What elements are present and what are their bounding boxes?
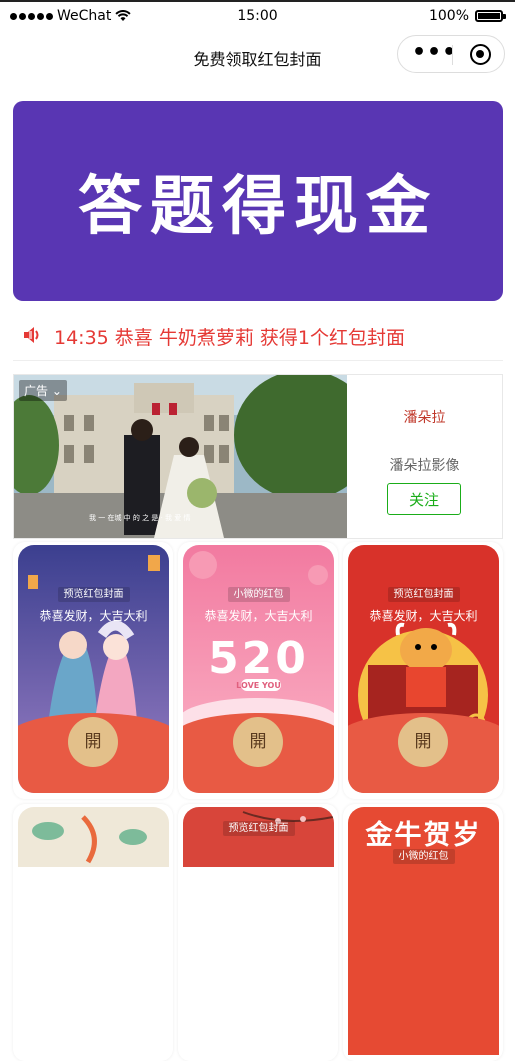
art-love-you: LOVE YOU bbox=[236, 681, 281, 690]
close-miniprogram-icon[interactable] bbox=[470, 44, 491, 65]
cover-preview: 预览红包封面 恭喜发财，大吉大利 開 bbox=[18, 545, 169, 793]
promo-banner[interactable]: 答题得现金 bbox=[13, 101, 503, 301]
cover-card[interactable]: 预览红包封面 bbox=[178, 804, 338, 1061]
art-520: 520 bbox=[208, 633, 309, 684]
cover-source: 预览红包封面 bbox=[348, 585, 499, 602]
cover-card[interactable]: 小微的红包 恭喜发财，大吉大利 520 LOVE YOU 開 bbox=[178, 542, 338, 799]
cover-source: 小微的红包 bbox=[183, 585, 334, 602]
open-button[interactable]: 開 bbox=[68, 717, 118, 767]
cover-preview bbox=[18, 807, 169, 1055]
brand-logo: 潘朵拉 bbox=[403, 410, 446, 426]
ad-tag[interactable]: 广告 ⌄ bbox=[19, 380, 67, 401]
koi-art bbox=[18, 807, 169, 867]
winner-notice: 14:35 恭喜 牛奶煮萝莉 获得1个红包封面 bbox=[0, 316, 515, 356]
cover-source: 预览红包封面 bbox=[18, 585, 169, 602]
ad-sidebar: 潘朵拉 潘朵拉影像 关注 bbox=[347, 375, 502, 538]
battery-icon bbox=[475, 10, 506, 22]
cover-source: 小微的红包 bbox=[348, 847, 499, 864]
open-button[interactable]: 開 bbox=[398, 717, 448, 767]
cover-blessing: 恭喜发财，大吉大利 bbox=[39, 609, 148, 623]
cover-preview: 预览红包封面 恭喜发财，大吉大利 開 bbox=[348, 545, 499, 793]
banner-text: 答题得现金 bbox=[78, 170, 438, 244]
cover-card[interactable] bbox=[13, 804, 173, 1061]
ad-card[interactable]: 我 一 在城 中 的 之 是 · 我 爱 情 广告 ⌄ 潘朵拉 潘朵拉影像 关注 bbox=[13, 374, 503, 539]
status-bar: WeChat 15:00 100% bbox=[0, 0, 515, 34]
ad-tag-label: 广告 bbox=[24, 384, 49, 398]
cover-preview: 金牛贺岁 小微的红包 bbox=[348, 807, 499, 1055]
plum-blossom-art bbox=[183, 807, 334, 867]
cover-blessing: 恭喜发财，大吉大利 bbox=[369, 609, 478, 623]
divider bbox=[13, 360, 503, 361]
cover-preview: 小微的红包 恭喜发财，大吉大利 520 LOVE YOU 開 bbox=[183, 545, 334, 793]
brand-name: 潘朵拉影像 bbox=[389, 458, 460, 474]
photo-caption: 我 一 在城 中 的 之 是 · 我 爱 情 bbox=[89, 513, 190, 522]
miniprogram-capsule: ••• bbox=[397, 35, 505, 73]
follow-button[interactable]: 关注 bbox=[387, 483, 461, 515]
more-icon[interactable]: ••• bbox=[412, 42, 457, 64]
cover-card[interactable]: 预览红包封面 恭喜发财，大吉大利 開 bbox=[13, 542, 173, 799]
ad-photo[interactable]: 我 一 在城 中 的 之 是 · 我 爱 情 广告 ⌄ bbox=[14, 375, 347, 538]
nav-bar: 免费领取红包封面 ••• bbox=[0, 34, 515, 80]
speaker-icon bbox=[24, 327, 39, 343]
notice-text: 14:35 恭喜 牛奶煮萝莉 获得1个红包封面 bbox=[54, 327, 405, 349]
cover-preview: 预览红包封面 bbox=[183, 807, 334, 1055]
capsule-divider bbox=[452, 45, 453, 65]
cover-blessing: 恭喜发财，大吉大利 bbox=[204, 609, 313, 623]
battery-percent: 100% bbox=[428, 8, 469, 24]
cover-card[interactable]: 预览红包封面 恭喜发财，大吉大利 開 bbox=[343, 542, 503, 799]
open-button[interactable]: 開 bbox=[233, 717, 283, 767]
battery-group: 100% bbox=[428, 8, 506, 24]
cover-card[interactable]: 金牛贺岁 小微的红包 bbox=[343, 804, 503, 1061]
cover-source: 预览红包封面 bbox=[183, 819, 334, 836]
